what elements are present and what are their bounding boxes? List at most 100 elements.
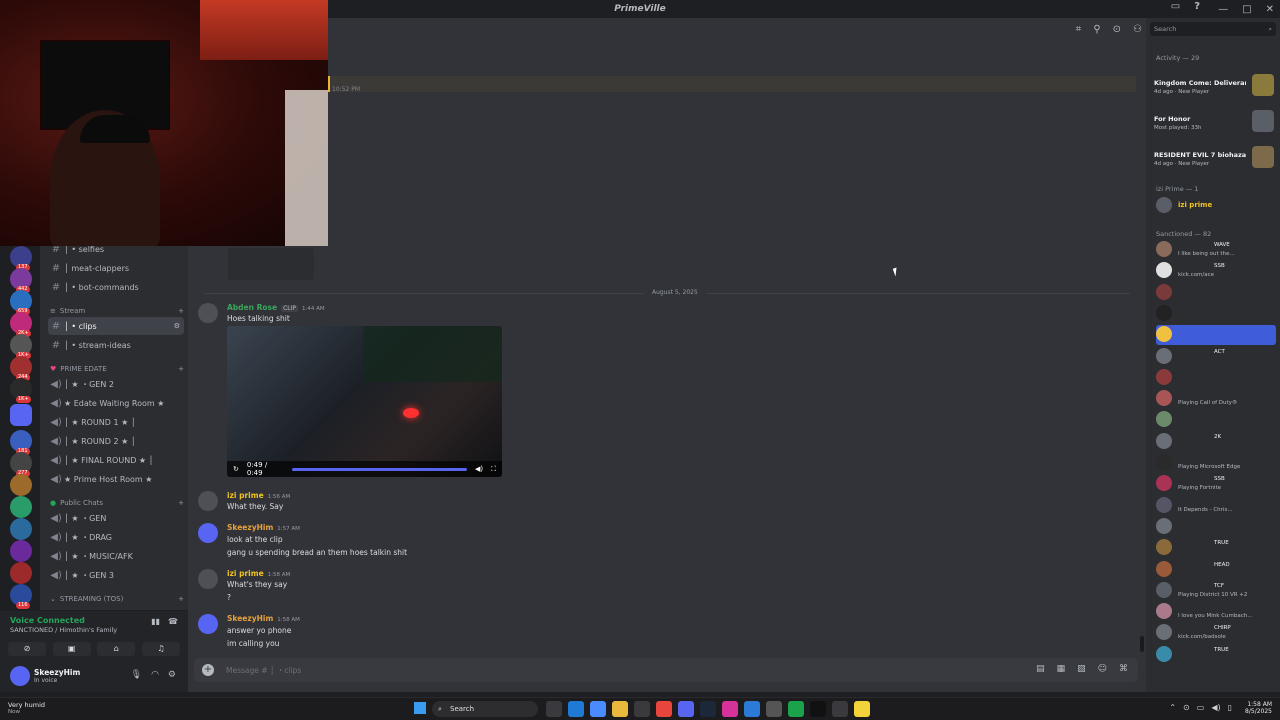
volume-icon[interactable]: ◀) (475, 465, 483, 473)
server-icon[interactable] (10, 540, 32, 562)
minimize-button[interactable]: — (1218, 4, 1228, 15)
member-row[interactable]: SSB kick.com/ace (1156, 261, 1276, 281)
app-icon[interactable] (832, 701, 848, 717)
message-author[interactable]: izi prime (227, 491, 264, 500)
search-input[interactable]: Search ⌕ (1150, 22, 1276, 36)
member-row[interactable]: izi prime (1156, 196, 1276, 216)
activity-card[interactable]: For Honor Most played: 33h (1152, 106, 1276, 138)
add-channel-icon[interactable]: + (178, 365, 184, 373)
store-icon[interactable] (634, 701, 650, 717)
steam-icon[interactable] (700, 701, 716, 717)
voice-channel-gen3[interactable]: ◀) │ ★ ・GEN 3 (48, 566, 184, 584)
channel-settings-icon[interactable]: ⚙ (174, 322, 180, 330)
maximize-button[interactable]: □ (1242, 4, 1251, 15)
battery-icon[interactable]: ▯ (1228, 703, 1232, 712)
member-row[interactable] (1156, 517, 1276, 537)
voice-channel-drag[interactable]: ◀) │ ★ ・DRAG (48, 528, 184, 546)
voice-channel-round2[interactable]: ◀) │ ★ ROUND 2 ★ │ (48, 432, 184, 450)
video-progress[interactable] (292, 467, 467, 471)
category-public-chats[interactable]: ● Public Chats + (50, 499, 184, 507)
member-row[interactable]: TRUE (1156, 645, 1276, 665)
add-channel-icon[interactable]: + (178, 307, 184, 315)
member-row[interactable] (1156, 304, 1276, 324)
app-icon[interactable] (744, 701, 760, 717)
member-row[interactable]: TCF Playing District 10 VR +2 (1156, 581, 1276, 601)
server-icon[interactable]: 2K+ (10, 312, 32, 337)
mic-icon[interactable]: 🎙 (131, 670, 142, 680)
apps-icon[interactable]: ⌘ (1119, 664, 1128, 674)
avatar[interactable] (198, 491, 218, 511)
chat-scrollbar[interactable] (1140, 636, 1144, 652)
member-row[interactable]: It Depends - Chris... (1156, 496, 1276, 516)
channel-clips[interactable]: # │ • clips ⚙ (48, 317, 184, 335)
member-row[interactable]: WAVE I like being out the... (1156, 240, 1276, 260)
message-author[interactable]: Abden Rose (227, 303, 277, 312)
notification-icon[interactable]: ⚲ (1093, 24, 1100, 35)
folder-icon[interactable] (10, 404, 32, 426)
network-icon[interactable]: ▭ (1197, 703, 1205, 712)
avatar[interactable] (198, 303, 218, 323)
soundboard-button[interactable]: ♫ (141, 642, 180, 656)
emoji-icon[interactable]: ☺ (1098, 664, 1107, 674)
member-row[interactable]: I love you Mink Cumbach... (1156, 602, 1276, 622)
voice-channel-name[interactable]: SANCTIONED / Himothin's Family (10, 626, 117, 634)
member-row[interactable]: Playing Microsoft Edge (1156, 453, 1276, 473)
member-row[interactable]: CHIRP kick.com/badsole (1156, 623, 1276, 643)
headphones-icon[interactable]: ◠ (151, 670, 159, 680)
channel-bot-commands[interactable]: # │ • bot-commands (48, 278, 184, 296)
member-row[interactable]: ACT (1156, 347, 1276, 367)
chevron-up-icon[interactable]: ⌃ (1169, 703, 1176, 712)
camera-off-button[interactable]: ⊘ (8, 642, 46, 656)
copilot-icon[interactable] (590, 701, 606, 717)
sticky-notes-icon[interactable] (854, 701, 870, 717)
attach-button[interactable]: + (202, 664, 214, 676)
activity-card[interactable]: RESIDENT EVIL 7 biohazard... 4d ago · Ne… (1152, 142, 1276, 174)
avatar[interactable] (198, 523, 218, 543)
members-icon[interactable]: ⚇ (1133, 24, 1142, 35)
add-channel-icon[interactable]: + (178, 499, 184, 507)
task-view-icon[interactable] (546, 701, 562, 717)
voice-channel-round1[interactable]: ◀) │ ★ ROUND 1 ★ │ (48, 413, 184, 431)
server-icon[interactable]: 659 (10, 290, 32, 315)
server-icon[interactable]: 244 (10, 356, 32, 381)
server-icon[interactable]: 137 (10, 246, 32, 271)
member-row[interactable]: 2K (1156, 432, 1276, 452)
category-prime-edate[interactable]: ♥ PRIME EDATE + (50, 365, 184, 373)
embed-thumbnail[interactable] (228, 248, 314, 280)
member-row[interactable]: SSB Playing Fortnite (1156, 474, 1276, 494)
voice-channel-music-afk[interactable]: ◀) │ ★ ・MUSIC/AFK (48, 547, 184, 565)
server-icon[interactable]: 181 (10, 430, 32, 455)
message-author[interactable]: SkeezyHim (227, 614, 273, 623)
location-icon[interactable]: ⊙ (1183, 703, 1190, 712)
app-icon[interactable] (788, 701, 804, 717)
chrome-icon[interactable] (656, 701, 672, 717)
weather-widget[interactable]: Very humid Now (8, 701, 45, 715)
voice-channel-gen2[interactable]: ◀) │ ★ ・GEN 2 (48, 375, 184, 393)
settings-icon[interactable] (766, 701, 782, 717)
gift-icon[interactable]: ▤ (1036, 664, 1045, 674)
server-icon[interactable]: 1K+ (10, 378, 32, 403)
activity-card[interactable]: Kingdom Come: Deliverance 4d ago · New P… (1152, 70, 1276, 102)
volume-icon[interactable]: ◀) (1211, 703, 1220, 712)
edge-icon[interactable] (568, 701, 584, 717)
voice-channel-final-round[interactable]: ◀) │ ★ FINAL ROUND ★ │ (48, 451, 184, 469)
member-row[interactable]: HEAD (1156, 560, 1276, 580)
sticker-icon[interactable]: ▧ (1077, 664, 1086, 674)
server-icon[interactable] (10, 562, 32, 584)
threads-icon[interactable]: ⌗ (1076, 24, 1082, 35)
voice-channel-edate-waiting[interactable]: ◀) ★ Edate Waiting Room ★ (48, 394, 184, 412)
clock[interactable]: 1:58 AM 8/5/2025 (1245, 701, 1272, 715)
member-row[interactable] (1156, 410, 1276, 430)
discord-icon[interactable] (678, 701, 694, 717)
avatar[interactable] (198, 614, 218, 634)
category-streaming[interactable]: ⌄ STREAMING (TOS) + (50, 595, 184, 603)
voice-channel-prime-host[interactable]: ◀) ★ Prime Host Room ★ (48, 470, 184, 488)
gif-icon[interactable]: ▦ (1057, 664, 1066, 674)
member-row[interactable] (1156, 283, 1276, 303)
server-icon[interactable]: 277 (10, 452, 32, 477)
signal-icon[interactable]: ▮▮ (151, 617, 160, 626)
avatar[interactable] (198, 569, 218, 589)
category-stream[interactable]: ≡ Stream + (50, 307, 184, 315)
server-icon[interactable] (10, 474, 32, 496)
server-icon[interactable] (10, 496, 32, 518)
